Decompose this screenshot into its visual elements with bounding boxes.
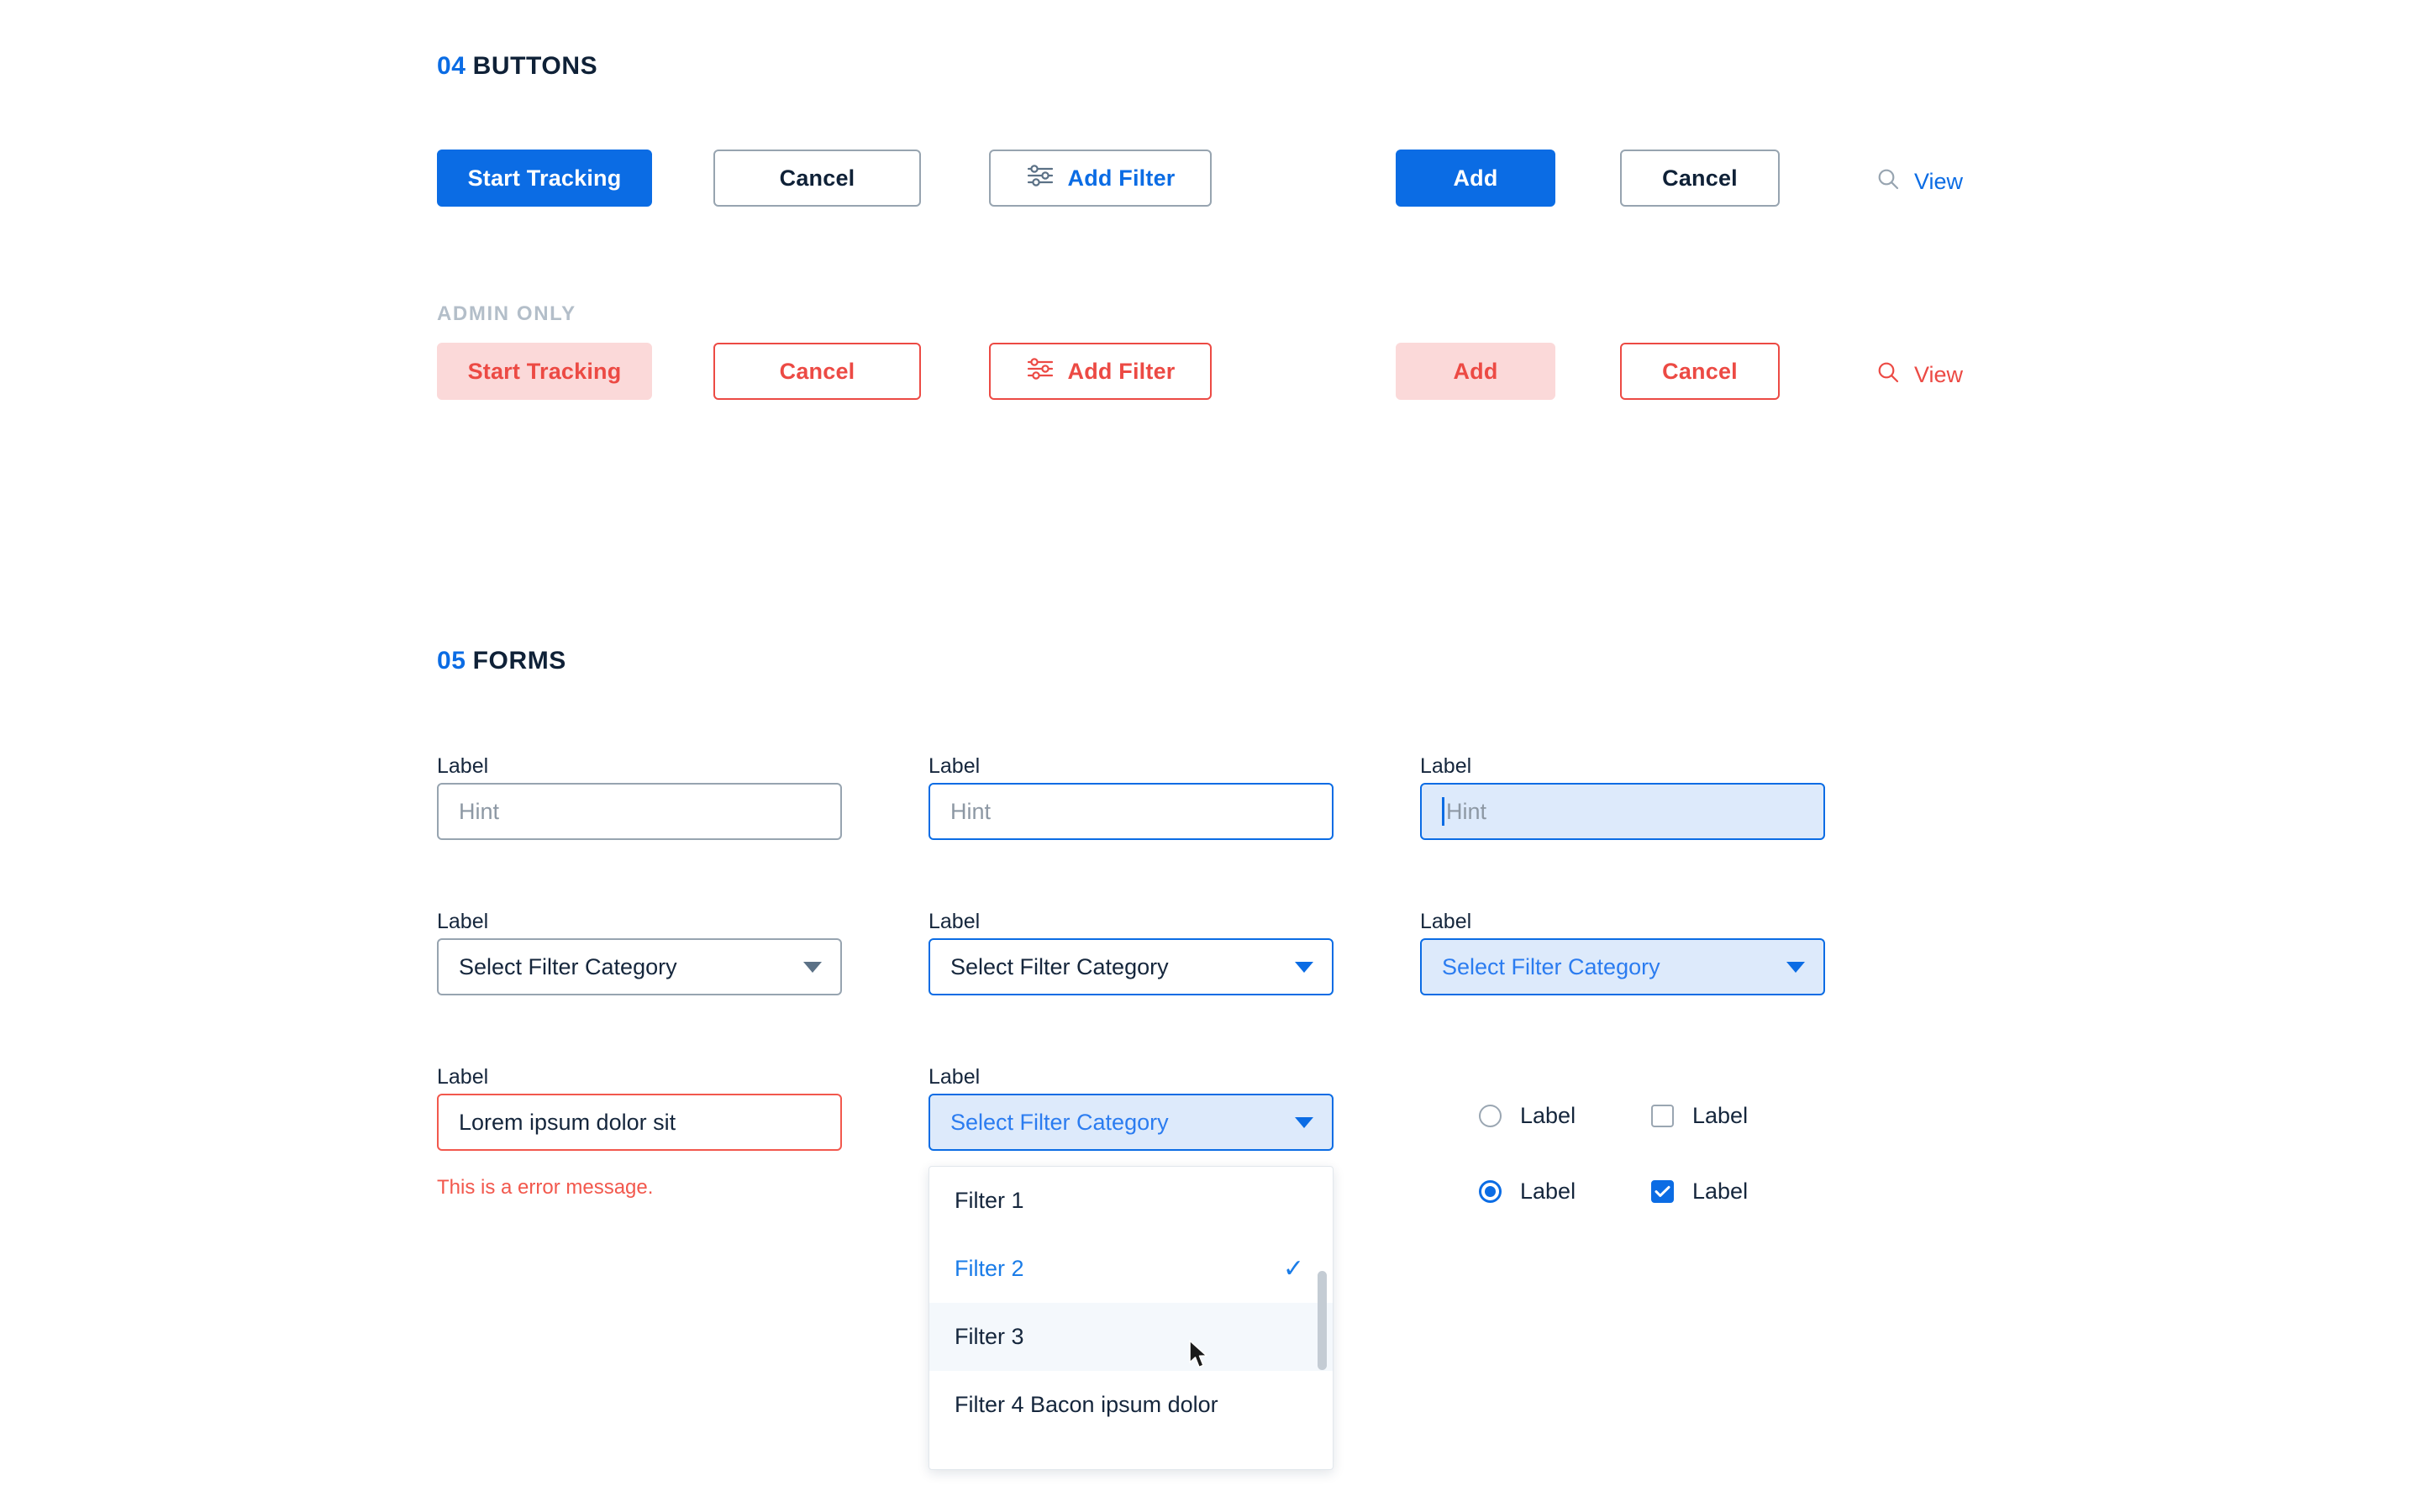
search-icon bbox=[1876, 360, 1901, 391]
dropdown-option-1[interactable]: Filter 1 bbox=[929, 1167, 1333, 1235]
dropdown-option-4[interactable]: Filter 4 Bacon ipsum dolor bbox=[929, 1371, 1333, 1439]
add-button[interactable]: Add bbox=[1396, 150, 1555, 207]
radio-checked-icon[interactable] bbox=[1479, 1180, 1502, 1203]
dropdown-scrollbar[interactable] bbox=[1318, 1271, 1327, 1370]
admin-add-label: Add bbox=[1453, 358, 1498, 384]
field-label-7: Label bbox=[437, 1065, 489, 1089]
text-input-focused-placeholder: Hint bbox=[1446, 798, 1487, 824]
text-cursor bbox=[1442, 797, 1444, 826]
start-tracking-button[interactable]: Start Tracking bbox=[437, 150, 652, 207]
admin-start-tracking-button[interactable]: Start Tracking bbox=[437, 343, 652, 400]
checkbox-option-unchecked[interactable]: Label bbox=[1651, 1103, 1748, 1129]
field-label-3: Label bbox=[1420, 754, 1472, 778]
admin-cancel-secondary-label: Cancel bbox=[1662, 358, 1738, 384]
admin-cancel-label: Cancel bbox=[779, 358, 855, 384]
field-label-8: Label bbox=[929, 1065, 981, 1089]
section-header-forms: 05 FORMS bbox=[437, 647, 566, 675]
checkbox-checked-label: Label bbox=[1692, 1179, 1749, 1204]
text-input-default-placeholder: Hint bbox=[459, 798, 500, 824]
design-system-page: 04 BUTTONS Start Tracking Cancel Add Filt… bbox=[0, 0, 2420, 1512]
radio-option-checked[interactable]: Label bbox=[1479, 1179, 1576, 1205]
dropdown-option-1-label: Filter 1 bbox=[955, 1188, 1024, 1213]
chevron-down-icon bbox=[1786, 961, 1805, 973]
dropdown-option-3[interactable]: Filter 3 bbox=[929, 1303, 1333, 1371]
dropdown-option-4-label: Filter 4 Bacon ipsum dolor bbox=[955, 1392, 1218, 1417]
text-input-focused[interactable]: Hint bbox=[1420, 783, 1825, 840]
view-link-button[interactable]: View bbox=[1876, 166, 1963, 197]
select-focused[interactable]: Select Filter Category bbox=[1420, 938, 1825, 995]
text-input-active[interactable]: Hint bbox=[929, 783, 1334, 840]
checkbox-checked-icon[interactable] bbox=[1651, 1180, 1674, 1203]
cancel-label: Cancel bbox=[779, 165, 855, 191]
admin-view-label: View bbox=[1914, 362, 1964, 387]
add-filter-label: Add Filter bbox=[1067, 165, 1176, 191]
dropdown-option-3-label: Filter 3 bbox=[955, 1324, 1024, 1349]
admin-add-button[interactable]: Add bbox=[1396, 343, 1555, 400]
section-title: FORMS bbox=[472, 647, 566, 675]
admin-only-label: ADMIN ONLY bbox=[437, 302, 576, 325]
text-input-error[interactable]: Lorem ipsum dolor sit bbox=[437, 1094, 842, 1151]
select-active-value: Select Filter Category bbox=[950, 953, 1169, 979]
dropdown-option-2-label: Filter 2 bbox=[955, 1256, 1024, 1281]
field-label-5: Label bbox=[929, 910, 981, 933]
section-number: 04 bbox=[437, 52, 466, 80]
search-icon bbox=[1876, 166, 1901, 197]
select-open[interactable]: Select Filter Category bbox=[929, 1094, 1334, 1151]
admin-start-tracking-label: Start Tracking bbox=[467, 358, 622, 384]
chevron-down-icon bbox=[1295, 1116, 1313, 1128]
filter-sliders-icon bbox=[1026, 163, 1055, 194]
text-input-active-placeholder: Hint bbox=[950, 798, 992, 824]
add-label: Add bbox=[1453, 165, 1498, 191]
checkbox-unchecked-icon[interactable] bbox=[1651, 1105, 1674, 1127]
radio-checked-label: Label bbox=[1520, 1179, 1576, 1204]
section-header-buttons: 04 BUTTONS bbox=[437, 52, 597, 81]
start-tracking-label: Start Tracking bbox=[467, 165, 622, 191]
dropdown-option-2[interactable]: Filter 2 ✓ bbox=[929, 1235, 1333, 1303]
view-label: View bbox=[1914, 169, 1964, 194]
admin-add-filter-label: Add Filter bbox=[1067, 358, 1176, 384]
section-number: 05 bbox=[437, 647, 466, 675]
admin-add-filter-button[interactable]: Add Filter bbox=[989, 343, 1212, 400]
field-label-2: Label bbox=[929, 754, 981, 778]
error-message: This is a error message. bbox=[437, 1176, 654, 1199]
admin-cancel-button[interactable]: Cancel bbox=[713, 343, 921, 400]
add-filter-button[interactable]: Add Filter bbox=[989, 150, 1212, 207]
filter-sliders-icon bbox=[1026, 356, 1055, 387]
field-label-6: Label bbox=[1420, 910, 1472, 933]
radio-unchecked-icon[interactable] bbox=[1479, 1105, 1502, 1127]
field-label-4: Label bbox=[437, 910, 489, 933]
check-icon: ✓ bbox=[1282, 1254, 1304, 1283]
admin-cancel-secondary-button[interactable]: Cancel bbox=[1620, 343, 1780, 400]
dropdown-menu[interactable]: Filter 1 Filter 2 ✓ Filter 3 Filter 4 Ba… bbox=[929, 1166, 1334, 1470]
checkbox-option-checked[interactable]: Label bbox=[1651, 1179, 1748, 1205]
cancel-button[interactable]: Cancel bbox=[713, 150, 921, 207]
text-input-error-value: Lorem ipsum dolor sit bbox=[459, 1109, 676, 1135]
select-focused-value: Select Filter Category bbox=[1442, 953, 1660, 979]
section-title: BUTTONS bbox=[472, 52, 598, 80]
radio-option-unchecked[interactable]: Label bbox=[1479, 1103, 1576, 1129]
cancel-secondary-button[interactable]: Cancel bbox=[1620, 150, 1780, 207]
select-active[interactable]: Select Filter Category bbox=[929, 938, 1334, 995]
radio-unchecked-label: Label bbox=[1520, 1103, 1576, 1128]
admin-view-link-button[interactable]: View bbox=[1876, 360, 1963, 391]
chevron-down-icon bbox=[803, 961, 822, 973]
select-default[interactable]: Select Filter Category bbox=[437, 938, 842, 995]
select-open-value: Select Filter Category bbox=[950, 1109, 1169, 1135]
select-default-value: Select Filter Category bbox=[459, 953, 677, 979]
checkbox-unchecked-label: Label bbox=[1692, 1103, 1749, 1128]
text-input-default[interactable]: Hint bbox=[437, 783, 842, 840]
chevron-down-icon bbox=[1295, 961, 1313, 973]
field-label-1: Label bbox=[437, 754, 489, 778]
cancel-secondary-label: Cancel bbox=[1662, 165, 1738, 191]
